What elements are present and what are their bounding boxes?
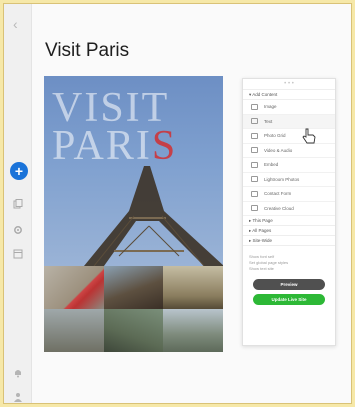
photo-couple[interactable] [103, 266, 164, 309]
eiffel-tower-illustration [84, 166, 223, 266]
add-lightroom-photos[interactable]: Lightroom Photos [243, 173, 335, 187]
preview-button[interactable]: Preview [253, 279, 325, 290]
photo-friends[interactable] [103, 309, 164, 352]
panel-links: Show font self Set global page styles Sh… [243, 246, 335, 272]
photo-street[interactable] [44, 309, 104, 352]
update-live-site-button[interactable]: Update Live Site [253, 294, 325, 305]
page-title[interactable]: Visit Paris [45, 40, 129, 62]
add-embed[interactable]: Embed [243, 158, 335, 173]
contact-form-icon [251, 190, 258, 197]
section-add-content[interactable]: ▾ Add Content [243, 90, 335, 100]
lightroom-icon [251, 176, 258, 183]
text-icon [251, 118, 258, 125]
hero-word-visit: VISIT [52, 85, 170, 131]
section-all-pages[interactable]: ▸ All Pages [243, 226, 335, 236]
user-icon[interactable] [10, 389, 26, 403]
photo-bridge[interactable] [163, 309, 223, 352]
hero-image[interactable]: VISIT PARIS [44, 76, 223, 266]
section-site-wide[interactable]: ▸ Site-Wide [243, 236, 335, 246]
panel-drag-handle[interactable]: • • • [243, 79, 335, 90]
hand-cursor-icon [302, 128, 316, 144]
back-arrow-icon[interactable]: ‹ [13, 16, 18, 32]
photo-grid-icon [251, 132, 258, 139]
plus-icon[interactable]: + [10, 162, 28, 180]
page-canvas: Visit Paris VISIT PARIS • • • ▾ Add Cont… [32, 4, 351, 403]
pages-icon[interactable] [10, 196, 26, 212]
photo-scooter[interactable] [44, 266, 104, 309]
add-video-audio[interactable]: Video & Audio [243, 144, 335, 158]
add-text[interactable]: Text [243, 114, 335, 129]
section-this-page[interactable]: ▸ This Page [243, 216, 335, 226]
video-icon [251, 147, 258, 154]
add-contact-form[interactable]: Contact Form [243, 187, 335, 202]
layout-icon[interactable] [10, 246, 26, 262]
add-content-panel: • • • ▾ Add Content Image Text Photo Gri… [242, 78, 336, 346]
photo-cathedral[interactable] [163, 266, 223, 309]
add-image[interactable]: Image [243, 100, 335, 115]
image-icon [251, 103, 258, 110]
add-photo-grid[interactable]: Photo Grid [243, 129, 335, 144]
editor-window: ‹ + Visit Paris VISIT PARIS • • • ▾ Add … [3, 3, 352, 404]
left-toolbar: ‹ + [4, 4, 32, 403]
add-creative-cloud[interactable]: Creative Cloud [243, 202, 335, 216]
photo-grid[interactable] [44, 266, 223, 352]
creative-cloud-icon [251, 205, 258, 212]
panel-link[interactable]: Show text site [249, 266, 329, 272]
notification-icon[interactable] [10, 365, 26, 381]
settings-icon[interactable] [10, 222, 26, 238]
embed-icon [251, 161, 258, 168]
